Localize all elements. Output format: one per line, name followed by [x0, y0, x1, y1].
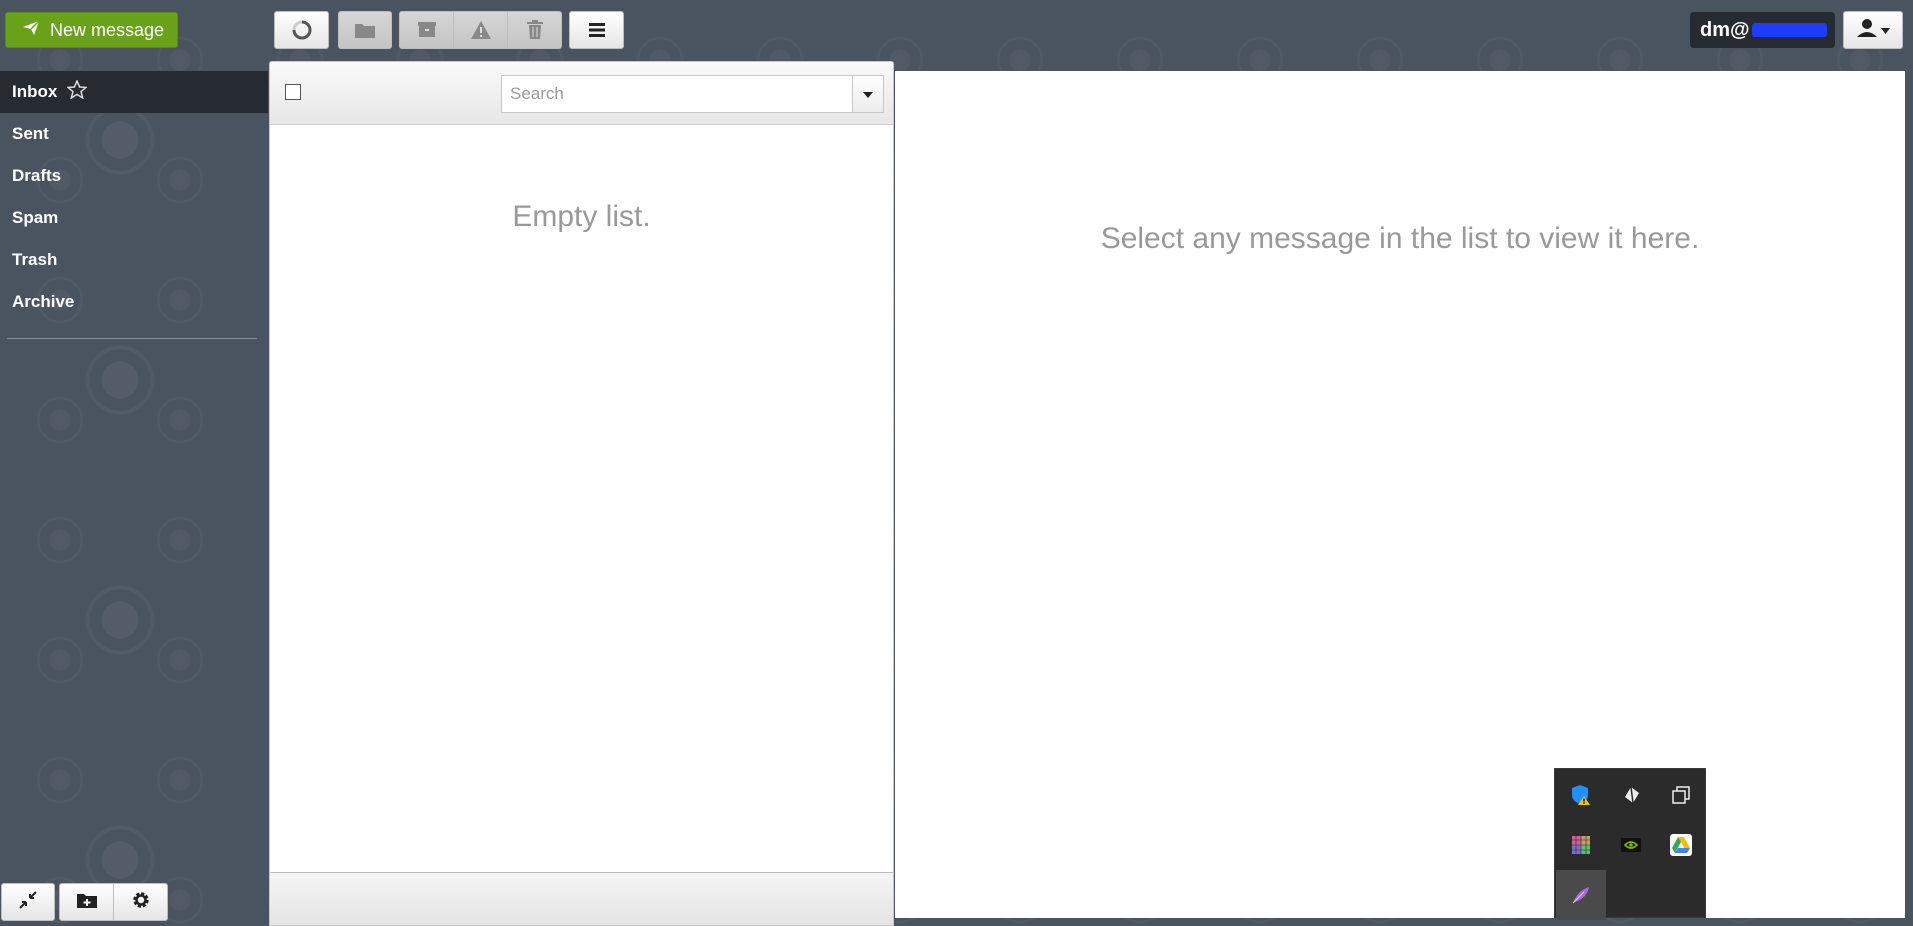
- collapse-button[interactable]: [1, 883, 55, 921]
- sidebar-item-spam[interactable]: Spam: [0, 197, 268, 239]
- sidebar-item-trash[interactable]: Trash: [0, 239, 268, 281]
- message-list-header: [270, 62, 893, 125]
- feather-app-icon[interactable]: [1556, 870, 1606, 920]
- compress-arrows-icon: [19, 890, 37, 914]
- gear-icon: [131, 890, 151, 915]
- folder-label: Spam: [12, 208, 59, 227]
- redacted-block: [1751, 23, 1827, 37]
- star-icon[interactable]: [66, 79, 89, 104]
- folder-label: Drafts: [12, 166, 62, 185]
- search-options-button[interactable]: [852, 75, 884, 113]
- move-to-folder-button[interactable]: [338, 11, 392, 49]
- preview-empty-text: Select any message in the list to view i…: [1100, 222, 1700, 255]
- duplicate-windows-icon[interactable]: [1656, 770, 1706, 820]
- archive-box-icon: [417, 21, 437, 39]
- message-list-panel: Empty list.: [269, 61, 894, 926]
- delete-button[interactable]: [507, 11, 562, 49]
- new-message-label: New message: [50, 19, 165, 40]
- color-grid-app-icon[interactable]: [1556, 820, 1606, 870]
- google-drive-icon[interactable]: [1656, 820, 1706, 870]
- folder-label: Trash: [12, 250, 58, 269]
- spam-button[interactable]: [453, 11, 508, 49]
- sidebar-item-drafts[interactable]: Drafts: [0, 155, 268, 197]
- folder-label: Inbox: [12, 82, 58, 101]
- folder-plus-icon: [76, 891, 98, 914]
- send-icon: [22, 19, 40, 41]
- caret-down-icon: [863, 85, 873, 103]
- sidebar-divider: [7, 338, 257, 339]
- search-input[interactable]: [501, 75, 852, 113]
- message-list-footer: [270, 872, 893, 925]
- nvidia-icon[interactable]: [1606, 820, 1656, 870]
- select-all-checkbox[interactable]: [285, 84, 301, 100]
- folder-icon: [354, 21, 376, 39]
- settings-button[interactable]: [113, 883, 168, 921]
- new-message-button[interactable]: New message: [5, 12, 178, 48]
- archive-button[interactable]: [399, 11, 454, 49]
- add-folder-button[interactable]: [59, 883, 114, 921]
- folder-label: Archive: [12, 292, 75, 311]
- caret-down-icon: [1880, 21, 1890, 39]
- sidebar-item-archive[interactable]: Archive: [0, 281, 268, 323]
- hamburger-menu-icon: [588, 23, 605, 37]
- user-account-label: dm@: [1690, 12, 1835, 48]
- user-icon: [1856, 18, 1877, 42]
- empty-list-text: Empty list.: [512, 200, 651, 233]
- trash-icon: [526, 20, 544, 40]
- app-diamond-icon[interactable]: [1606, 770, 1656, 820]
- refresh-button[interactable]: [274, 11, 329, 49]
- warning-icon: [470, 20, 492, 40]
- loading-spinner-icon: [291, 19, 313, 41]
- system-tray-popup: [1554, 768, 1706, 920]
- message-preview-panel: Select any message in the list to view i…: [895, 71, 1905, 918]
- folder-sidebar: Inbox Sent Drafts Spam Trash Archive: [0, 71, 268, 323]
- more-menu-button[interactable]: [569, 11, 624, 49]
- windows-security-warning-icon[interactable]: [1556, 770, 1606, 820]
- folder-label: Sent: [12, 124, 49, 143]
- user-menu-button[interactable]: [1843, 11, 1903, 49]
- sidebar-item-inbox[interactable]: Inbox: [0, 71, 268, 113]
- sidebar-item-sent[interactable]: Sent: [0, 113, 268, 155]
